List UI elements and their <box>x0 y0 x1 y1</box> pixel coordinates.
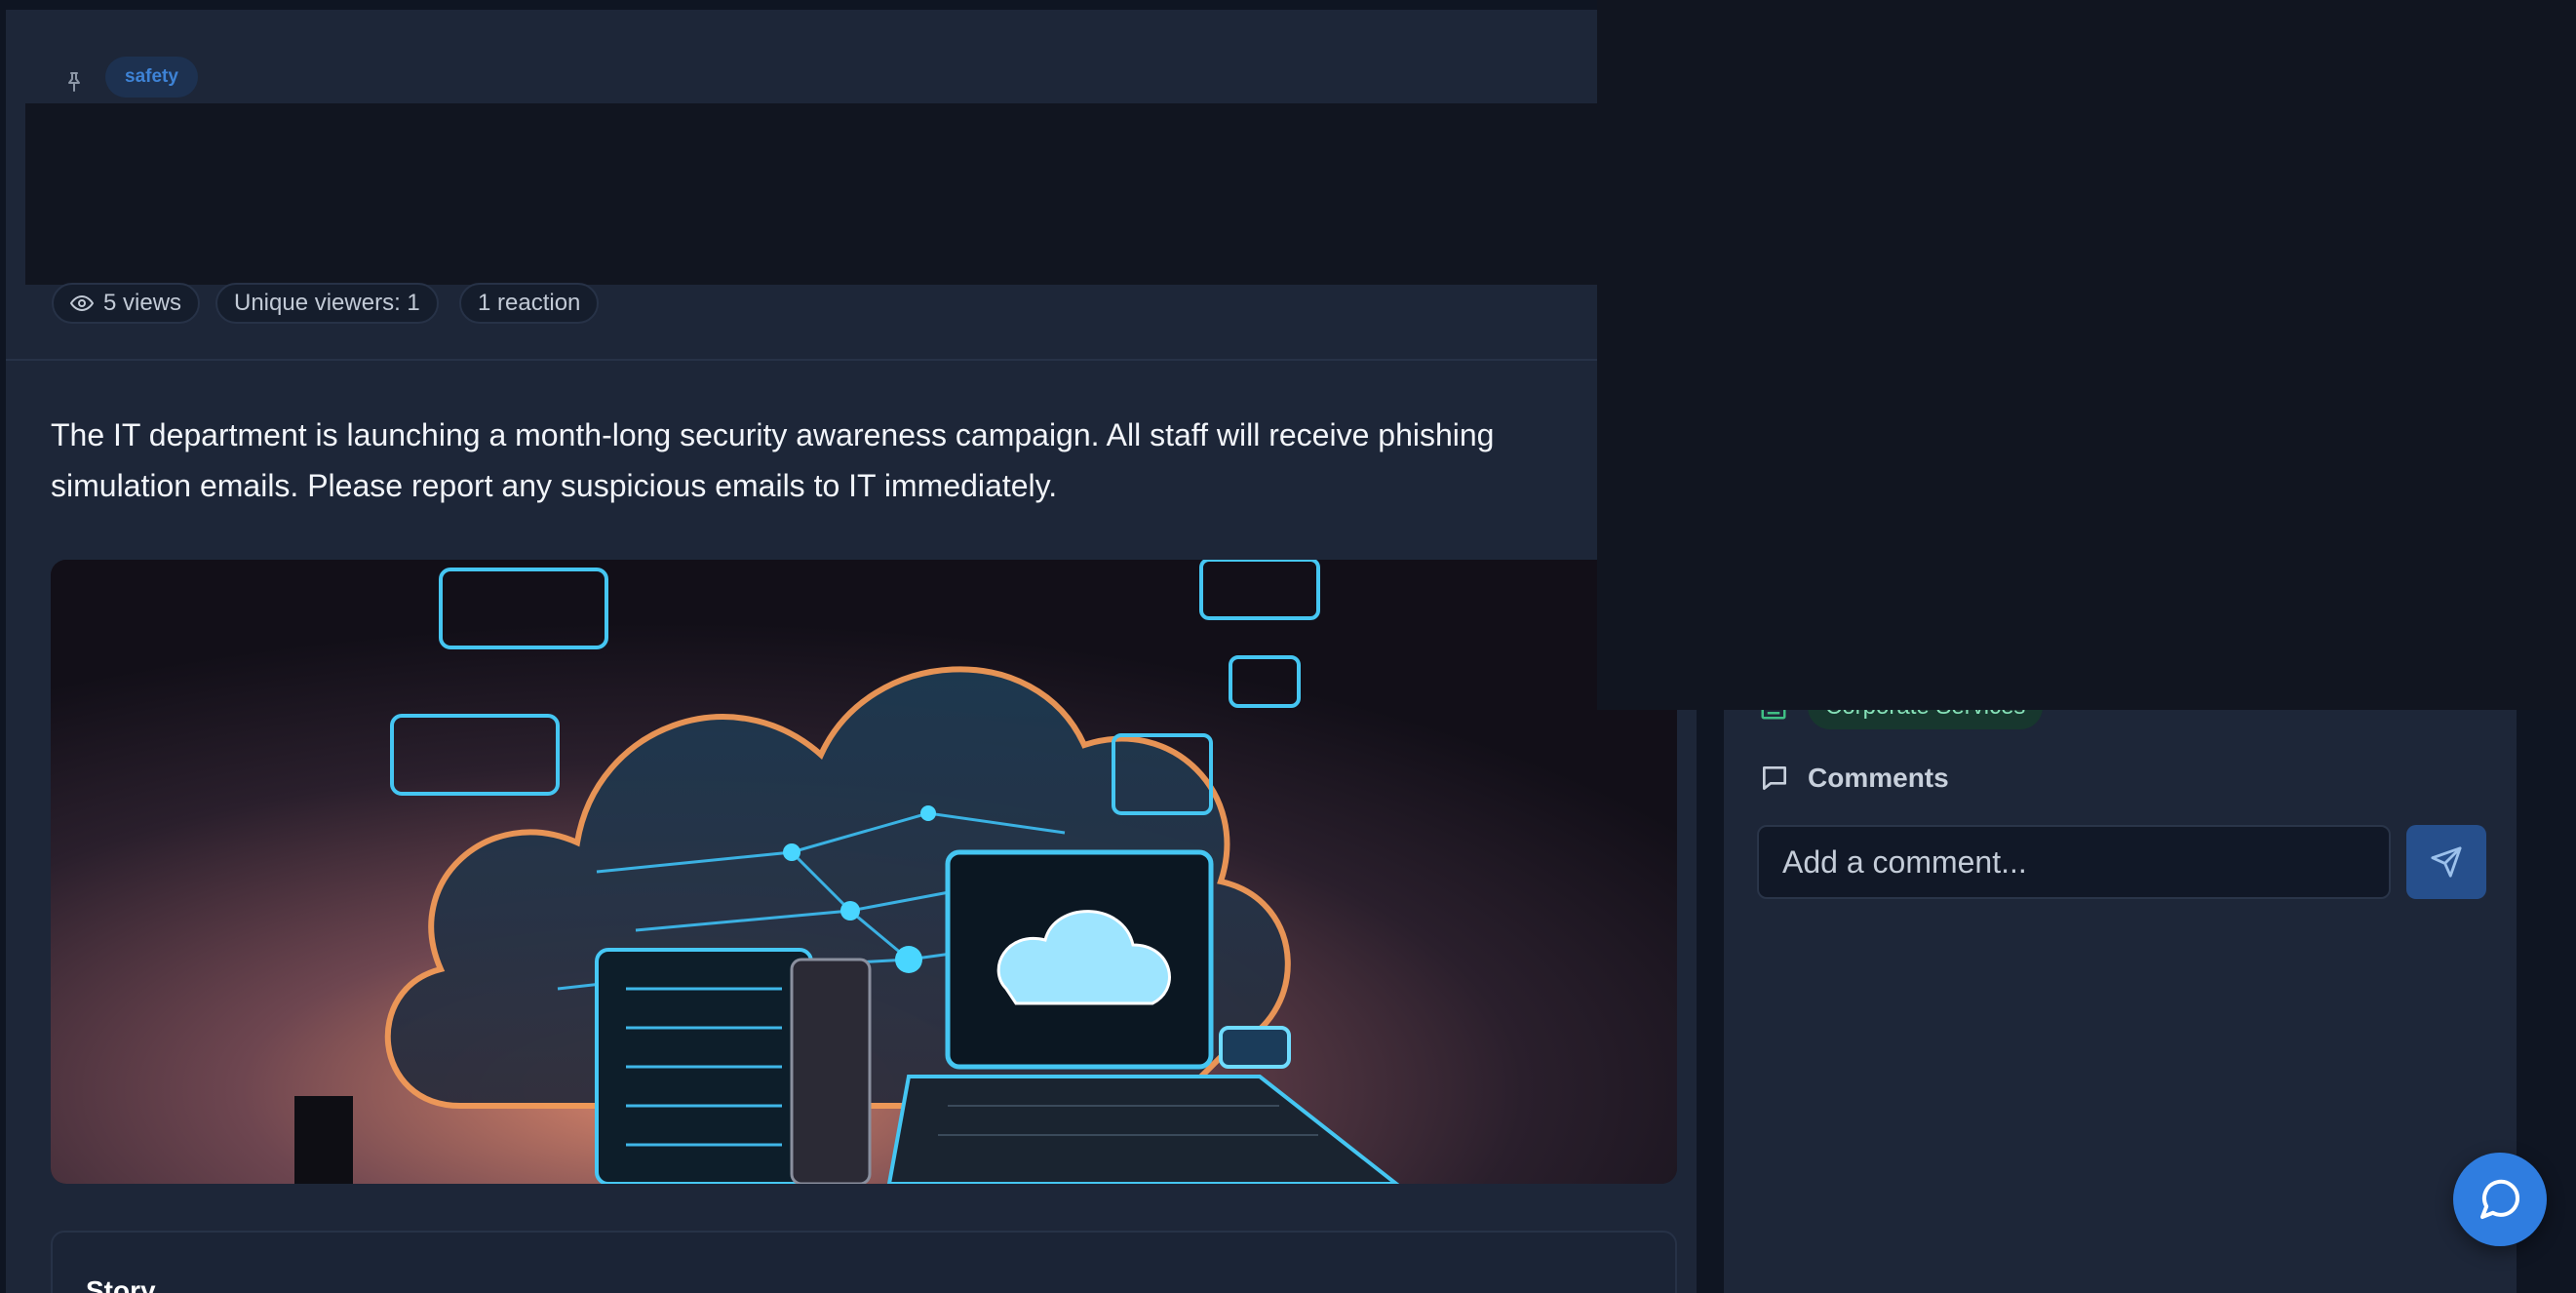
overlay-panel <box>1597 0 2576 710</box>
pin-icon[interactable] <box>57 64 92 99</box>
post-body-text: The IT department is launching a month-l… <box>51 417 1495 503</box>
comments-title: Comments <box>1808 763 1949 793</box>
unique-viewers-stat: Unique viewers: 1 <box>215 283 439 324</box>
chat-bubble-icon <box>2480 1179 2520 1219</box>
eye-icon <box>70 294 94 312</box>
story-card: Story <box>51 1231 1677 1293</box>
send-comment-button[interactable] <box>2406 825 2486 899</box>
post-header: safety 5 views Unique viewers: 1 1 react… <box>6 10 1697 361</box>
reactions-stat[interactable]: 1 reaction <box>459 283 600 324</box>
tag-chip[interactable]: safety <box>105 57 198 98</box>
overlay-band <box>25 103 1599 285</box>
views-stat: 5 views <box>52 283 201 324</box>
unique-viewers-count: Unique viewers: 1 <box>234 290 420 316</box>
story-title: Story <box>86 1275 156 1293</box>
post-detail: safety 5 views Unique viewers: 1 1 react… <box>6 10 1697 1293</box>
reactions-count: 1 reaction <box>478 290 581 316</box>
comments-header: Comments <box>1759 763 1949 794</box>
chat-fab-button[interactable] <box>2453 1153 2547 1246</box>
comment-icon <box>1763 766 1786 790</box>
cloud-computing-illustration <box>51 560 1677 1184</box>
send-icon <box>2431 846 2462 878</box>
views-count: 5 views <box>103 290 182 316</box>
post-image <box>51 560 1677 1184</box>
comment-input[interactable] <box>1757 825 2391 899</box>
